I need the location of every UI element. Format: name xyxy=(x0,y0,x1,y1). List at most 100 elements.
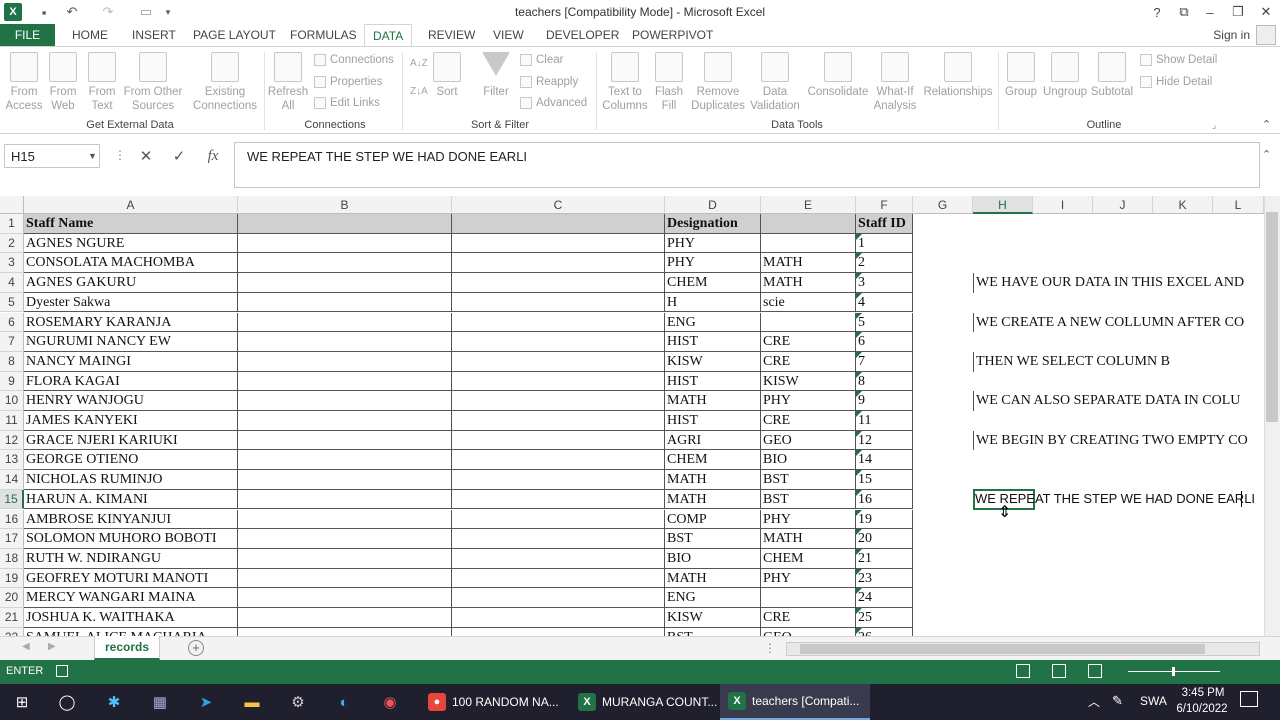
macro-record-icon[interactable] xyxy=(56,665,68,677)
table-cell-f[interactable]: 4 xyxy=(856,292,913,313)
table-cell-d[interactable]: AGRI xyxy=(665,430,761,451)
relationships-button[interactable]: Relationships xyxy=(922,52,994,99)
table-cell-c[interactable] xyxy=(452,608,665,628)
row-header[interactable]: 20 xyxy=(0,588,24,608)
table-cell-a[interactable]: AGNES NGURE xyxy=(24,233,238,254)
hide-detail-button[interactable]: Hide Detail xyxy=(1140,76,1212,88)
table-cell-c[interactable] xyxy=(452,391,665,411)
table-cell-e[interactable]: scie xyxy=(761,292,856,313)
restore-icon[interactable]: ❐ xyxy=(1226,1,1250,23)
table-cell-a[interactable]: HARUN A. KIMANI xyxy=(24,489,238,510)
table-cell-d[interactable]: KISW xyxy=(665,351,761,372)
table-cell-c[interactable] xyxy=(452,332,665,352)
notification-center-icon[interactable] xyxy=(1240,691,1258,707)
table-cell-d[interactable]: MATH xyxy=(665,568,761,589)
table-cell-a[interactable]: AMBROSE KINYANJUI xyxy=(24,509,238,530)
table-cell-a[interactable]: NANCY MAINGI xyxy=(24,351,238,372)
row-header[interactable]: 1 xyxy=(0,214,24,234)
table-cell-d[interactable]: CHEM xyxy=(665,450,761,471)
table-cell-d[interactable]: HIST xyxy=(665,411,761,431)
row-header[interactable]: 9 xyxy=(0,371,24,392)
table-cell-b[interactable] xyxy=(238,233,452,254)
minimize-icon[interactable]: – xyxy=(1198,1,1222,23)
edge-icon[interactable]: ◐ xyxy=(332,690,356,714)
flash-fill-button[interactable]: Flash Fill xyxy=(652,52,686,113)
table-cell-e[interactable]: CRE xyxy=(761,411,856,431)
horizontal-scroll-thumb[interactable] xyxy=(800,644,1205,654)
column-header-a[interactable]: A xyxy=(24,196,238,214)
table-cell-f[interactable]: 20 xyxy=(856,529,913,549)
what-if-analysis-button[interactable]: What-If Analysis xyxy=(872,52,918,113)
row-header[interactable]: 8 xyxy=(0,351,24,372)
table-cell-b[interactable] xyxy=(238,588,452,608)
column-header-c[interactable]: C xyxy=(452,196,665,214)
table-cell-c[interactable] xyxy=(452,548,665,569)
table-cell-f[interactable]: 23 xyxy=(856,568,913,589)
table-cell-e[interactable]: PHY xyxy=(761,391,856,411)
select-all-corner[interactable] xyxy=(0,196,24,214)
row-header[interactable]: 21 xyxy=(0,608,24,628)
table-cell-b[interactable] xyxy=(238,273,452,293)
table-cell-b[interactable] xyxy=(238,470,452,490)
table-cell-b[interactable] xyxy=(238,292,452,313)
table-cell-c[interactable] xyxy=(452,588,665,608)
close-icon[interactable]: ✕ xyxy=(1254,1,1278,23)
table-cell-d[interactable]: BIO xyxy=(665,548,761,569)
prev-sheet-icon[interactable]: ◀ xyxy=(22,641,30,652)
table-cell-b[interactable] xyxy=(238,529,452,549)
table-cell-a[interactable]: JAMES KANYEKI xyxy=(24,411,238,431)
table-cell-c[interactable] xyxy=(452,253,665,274)
table-cell-c[interactable] xyxy=(452,233,665,254)
table-cell-c[interactable] xyxy=(452,312,665,333)
table-cell-e[interactable]: MATH xyxy=(761,529,856,549)
table-cell-e[interactable]: CRE xyxy=(761,332,856,352)
app-icon[interactable]: ⚙ xyxy=(286,690,310,714)
table-cell-f[interactable]: 1 xyxy=(856,233,913,254)
sort-button[interactable]: Sort xyxy=(432,52,462,99)
table-cell-e[interactable] xyxy=(761,588,856,608)
file-explorer-icon[interactable]: ▬ xyxy=(240,690,264,714)
table-cell-a[interactable]: SOLOMON MUHORO BOBOTI xyxy=(24,529,238,549)
table-cell-f[interactable]: 8 xyxy=(856,371,913,392)
table-cell-f[interactable]: 24 xyxy=(856,588,913,608)
table-cell-d[interactable]: H xyxy=(665,292,761,313)
clear-filter-button[interactable]: Clear xyxy=(520,54,563,66)
table-cell-a[interactable]: CONSOLATA MACHOMBA xyxy=(24,253,238,274)
header-cell-a[interactable]: Staff Name xyxy=(24,214,238,234)
tab-data[interactable]: DATA xyxy=(364,24,413,46)
table-cell-a[interactable]: GEOFREY MOTURI MANOTI xyxy=(24,568,238,589)
table-cell-e[interactable]: CRE xyxy=(761,351,856,372)
table-cell-c[interactable] xyxy=(452,371,665,392)
table-cell-a[interactable]: NICHOLAS RUMINJO xyxy=(24,470,238,490)
table-cell-b[interactable] xyxy=(238,430,452,451)
edit-links-button[interactable]: Edit Links xyxy=(314,97,380,109)
ungroup-button[interactable]: Ungroup xyxy=(1042,52,1088,99)
row-header[interactable]: 4 xyxy=(0,273,24,293)
column-header-h[interactable]: H xyxy=(973,196,1033,214)
header-cell-f[interactable]: Staff ID xyxy=(856,214,913,234)
table-cell-d[interactable]: MATH xyxy=(665,489,761,510)
column-header-l[interactable]: L xyxy=(1213,196,1264,214)
from-other-sources-button[interactable]: From Other Sources xyxy=(122,52,184,113)
row-header[interactable]: 16 xyxy=(0,509,24,530)
table-cell-f[interactable]: 15 xyxy=(856,470,913,490)
properties-button[interactable]: Properties xyxy=(314,76,382,88)
from-access-button[interactable]: From Access xyxy=(5,52,43,113)
table-cell-f[interactable]: 16 xyxy=(856,489,913,510)
tab-insert[interactable]: INSERT xyxy=(124,24,184,46)
row-header[interactable]: 15 xyxy=(0,489,24,510)
row-header[interactable]: 12 xyxy=(0,430,24,451)
row-header[interactable]: 11 xyxy=(0,411,24,431)
table-cell-b[interactable] xyxy=(238,608,452,628)
table-cell-b[interactable] xyxy=(238,332,452,352)
table-cell-e[interactable]: PHY xyxy=(761,568,856,589)
tab-home[interactable]: HOME xyxy=(64,24,116,46)
taskbar-app-muranga[interactable]: X MURANGA COUNT... xyxy=(570,684,720,720)
table-cell-d[interactable]: BST xyxy=(665,529,761,549)
existing-connections-button[interactable]: Existing Connections xyxy=(192,52,258,113)
table-cell-b[interactable] xyxy=(238,253,452,274)
table-cell-b[interactable] xyxy=(238,450,452,471)
table-cell-a[interactable]: ROSEMARY KARANJA xyxy=(24,312,238,333)
tab-review[interactable]: REVIEW xyxy=(420,24,483,46)
row-header[interactable]: 3 xyxy=(0,253,24,274)
